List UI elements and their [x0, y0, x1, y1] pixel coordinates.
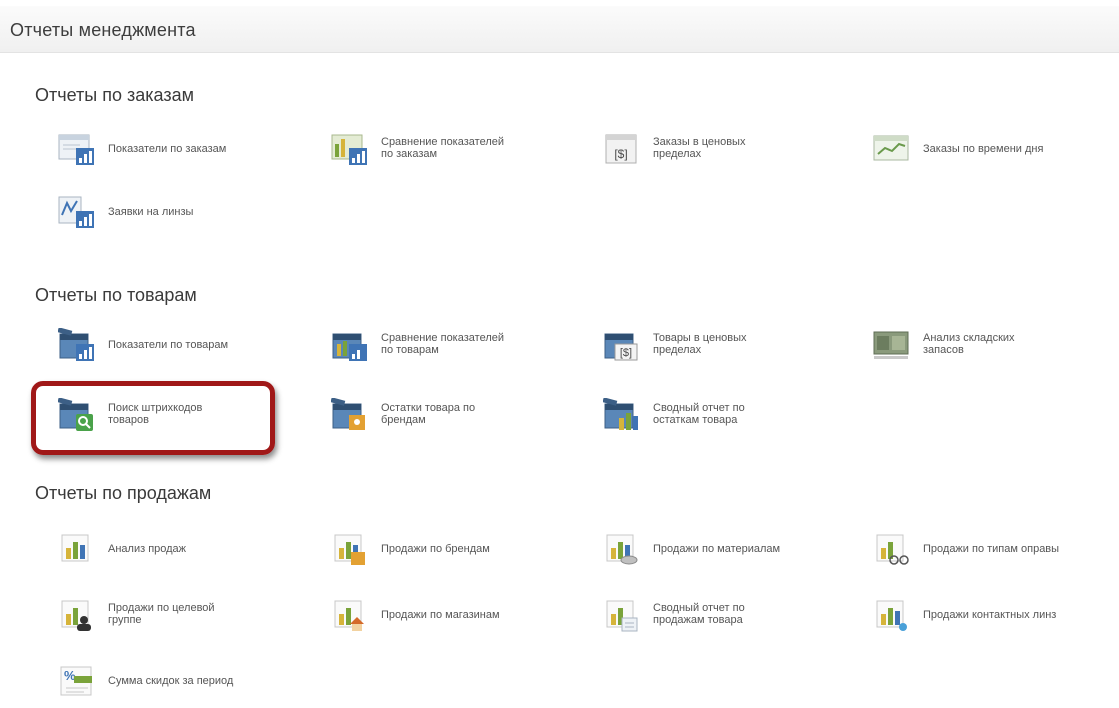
- report-label: Продажи по типам оправы: [923, 543, 1060, 555]
- sales-frame-icon: [873, 532, 911, 566]
- report-label: Сводный отчет по продажам товара: [653, 602, 745, 626]
- report-label: Заказы по времени дня: [923, 143, 1044, 155]
- svg-text:[$]: [$]: [614, 147, 627, 161]
- chart-document-icon: [58, 132, 96, 166]
- section-title-sales: Отчеты по продажам: [35, 483, 212, 503]
- sales-contact-lens-icon: [873, 598, 911, 632]
- page-title: Отчеты менеджмента: [10, 20, 196, 40]
- report-label: Сравнение показателей по товарам: [381, 332, 504, 356]
- report-label: Продажи по брендам: [381, 543, 490, 555]
- chart-comparison-icon: [331, 132, 369, 166]
- report-label: Заявки на линзы: [108, 206, 194, 218]
- products-chart-icon: [57, 327, 96, 362]
- report-label: Анализ складских запасов: [923, 332, 1015, 356]
- discount-icon: %: [58, 664, 96, 698]
- lens-chart-icon: [58, 195, 96, 229]
- report-label: Остатки товара по брендам: [381, 402, 476, 426]
- highlight-frame: [31, 381, 275, 455]
- report-label: Сумма скидок за период: [108, 675, 234, 687]
- sales-target-group-icon: [58, 598, 96, 632]
- products-price-icon: [$]: [603, 328, 641, 362]
- report-label: Анализ продаж: [108, 543, 187, 555]
- sales-summary-icon: [603, 598, 641, 632]
- sales-material-icon: [603, 532, 641, 566]
- time-chart-icon: [873, 132, 911, 166]
- report-label: Сводный отчет по остаткам товара: [653, 402, 745, 426]
- price-range-icon: [$]: [603, 132, 641, 166]
- report-label: Заказы в ценовых пределах: [653, 136, 746, 160]
- report-label: Продажи по материалам: [653, 543, 781, 555]
- sales-brand-icon: [331, 532, 369, 566]
- sales-chart-icon: [58, 532, 96, 566]
- report-label: Продажи по целевой группе: [108, 602, 215, 626]
- products-comparison-icon: [331, 328, 369, 362]
- section-title-products: Отчеты по товарам: [35, 285, 197, 305]
- page-header: Отчеты менеджмента: [0, 6, 1119, 53]
- svg-text:[$]: [$]: [620, 347, 632, 359]
- report-label: Продажи по магазинам: [381, 609, 500, 621]
- report-label: Показатели по заказам: [108, 143, 227, 155]
- stock-summary-icon: [602, 397, 641, 432]
- section-title-orders: Отчеты по заказам: [35, 85, 194, 105]
- report-label: Товары в ценовых пределах: [653, 332, 747, 356]
- sales-store-icon: [331, 598, 369, 632]
- report-label: Сравнение показателей по заказам: [381, 136, 504, 160]
- report-label: Показатели по товарам: [108, 339, 229, 351]
- warehouse-icon: [873, 328, 911, 362]
- brand-stock-icon: [330, 397, 369, 432]
- report-label: Продажи контактных линз: [923, 609, 1057, 621]
